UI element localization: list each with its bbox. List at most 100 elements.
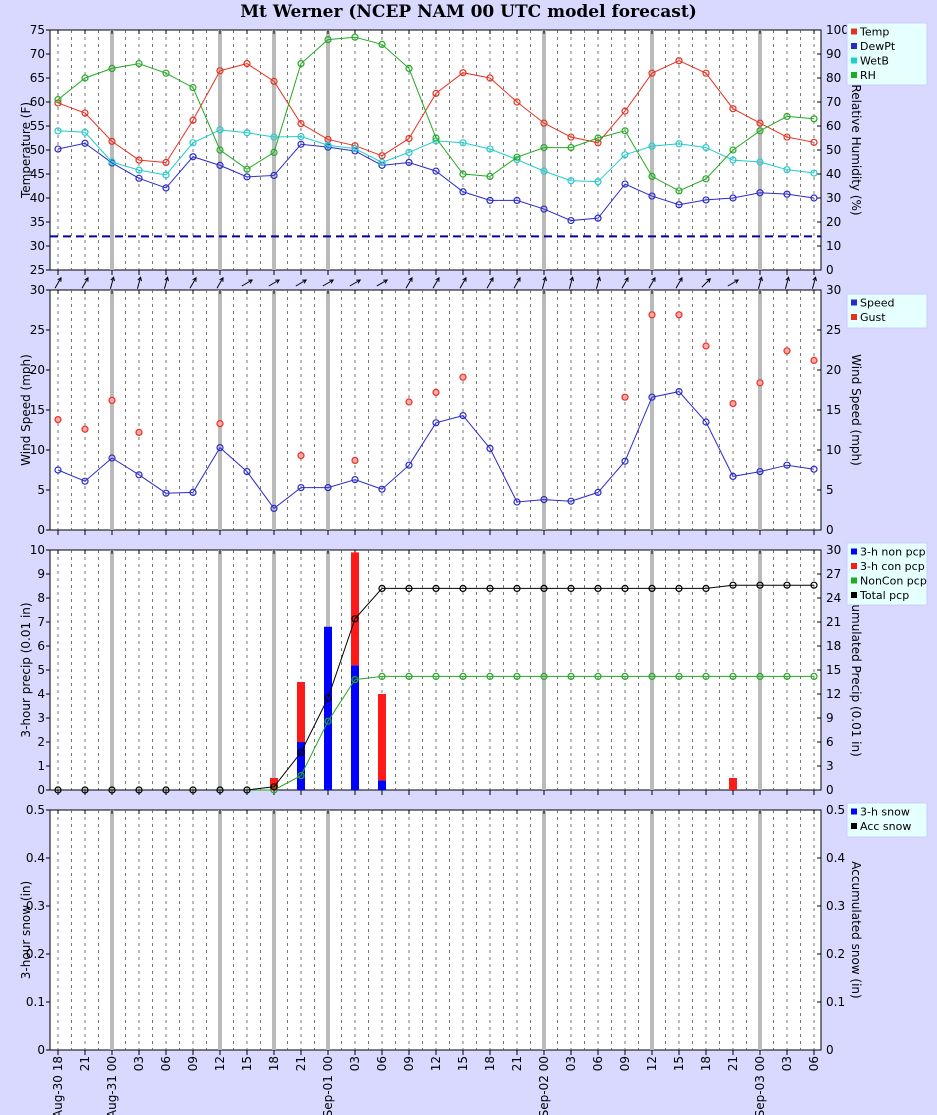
- y2-axis-label: Accumulated Precip (0.01 in): [849, 583, 863, 757]
- wind-direction-arrow: [459, 276, 467, 289]
- y2-tick-label: 20: [826, 215, 841, 229]
- panel-2: 051015202530051015202530Wind Speed (mph)…: [19, 276, 928, 537]
- wind-direction-arrow: [486, 276, 494, 289]
- wind-direction-arrow: [811, 276, 817, 289]
- y2-tick-label: 0: [826, 263, 834, 277]
- gust-point: [729, 400, 737, 408]
- legend-label: Temp: [859, 26, 889, 39]
- legend: 3-h non pcp3-h con pcp NonCon pcpTotal pc…: [846, 542, 928, 606]
- wind-direction-arrow: [432, 276, 440, 289]
- y-tick-label: 25: [30, 263, 45, 277]
- x-tick-label: 12: [213, 1056, 227, 1071]
- gust-point: [135, 428, 143, 436]
- y-tick-label: 3: [37, 711, 45, 725]
- wind-direction-arrow: [757, 276, 763, 289]
- y2-tick-label: 15: [826, 663, 841, 677]
- y2-tick-label: 24: [826, 591, 841, 605]
- gust-point: [756, 379, 764, 387]
- y-tick-label: 6: [37, 639, 45, 653]
- wind-direction-arrow: [54, 276, 62, 289]
- wind-direction-arrow: [701, 278, 711, 288]
- y2-axis-label: Accumulated snow (in): [849, 861, 863, 998]
- wind-arrow-shaft: [701, 278, 711, 288]
- y-tick-label: 7: [37, 615, 45, 629]
- x-tick-label: 21: [294, 1056, 308, 1071]
- legend-label: NonCon pcp: [860, 575, 927, 588]
- y2-tick-label: 70: [826, 95, 841, 109]
- x-tick-label: 06: [159, 1056, 173, 1071]
- y2-tick-label: 0.2: [826, 947, 845, 961]
- non-pcp-bar: [378, 780, 386, 790]
- gust-point: [216, 420, 224, 428]
- y-tick-label: 0: [37, 1043, 45, 1057]
- con-pcp-bar: [351, 552, 359, 666]
- x-tick-label: 06: [375, 1056, 389, 1071]
- non-pcp-bar: [324, 626, 332, 790]
- panel-3: 0123456789100369121518212427303-hour pre…: [19, 542, 928, 797]
- wind-direction-arrow: [675, 276, 683, 289]
- legend-swatch: [851, 563, 857, 569]
- y-axis-label: 3-hour precip (0.01 in): [19, 602, 33, 737]
- y2-tick-label: 0: [826, 783, 834, 797]
- wind-direction-arrow: [295, 279, 308, 287]
- y-tick-label: 1: [37, 759, 45, 773]
- y-tick-label: 9: [37, 567, 45, 581]
- y2-tick-label: 12: [826, 687, 841, 701]
- y2-tick-label: 10: [826, 443, 841, 457]
- panel-1: 2530354045505560657075010203040506070809…: [19, 22, 928, 277]
- y2-axis-label: Wind Speed (mph): [849, 354, 863, 466]
- y-tick-label: 10: [30, 543, 45, 557]
- y2-tick-label: 6: [826, 735, 834, 749]
- legend: 3-h snowAcc snow: [846, 802, 928, 838]
- gust-point: [297, 452, 305, 460]
- y-tick-label: 75: [30, 23, 45, 37]
- y2-tick-label: 40: [826, 167, 841, 181]
- y2-tick-label: 21: [826, 615, 841, 629]
- y2-tick-label: 30: [826, 543, 841, 557]
- panel-4: 00.10.20.30.40.500.10.20.30.40.53-hour s…: [19, 802, 928, 1057]
- x-tick-label: Aug-30 18: [51, 1056, 65, 1115]
- legend-swatch: [851, 577, 857, 584]
- meteogram: 2530354045505560657075010203040506070809…: [19, 22, 928, 1115]
- x-tick-label: 03: [132, 1056, 146, 1071]
- x-tick-label: 03: [564, 1056, 578, 1071]
- x-tick-label: Sep-03 00: [753, 1056, 767, 1115]
- wind-direction-arrow: [189, 276, 197, 289]
- x-tick-label: 15: [672, 1056, 686, 1071]
- x-tick-label: 06: [807, 1056, 821, 1071]
- y-axis-label: Temperature (F): [19, 102, 33, 199]
- y-tick-label: 0.1: [26, 995, 45, 1009]
- legend-label: Acc snow: [860, 820, 911, 833]
- x-tick-label: Sep-02 00: [537, 1056, 551, 1115]
- x-tick-label: 21: [510, 1056, 524, 1071]
- wind-direction-arrow: [268, 279, 281, 287]
- wind-direction-arrow: [109, 276, 115, 289]
- wind-direction-arrow: [595, 276, 601, 289]
- legend-label: Gust: [860, 311, 886, 324]
- y2-tick-label: 30: [826, 283, 841, 297]
- wind-direction-arrow: [727, 279, 740, 287]
- wind-direction-arrow: [621, 276, 629, 289]
- y2-tick-label: 0: [826, 523, 834, 537]
- x-tick-label: 15: [240, 1056, 254, 1071]
- legend-swatch: [851, 314, 857, 320]
- wind-direction-arrow: [648, 276, 656, 289]
- x-tick-label: 18: [699, 1056, 713, 1071]
- y2-tick-label: 0.1: [826, 995, 845, 1009]
- legend: SpeedGust: [846, 293, 928, 329]
- y2-tick-label: 100: [826, 23, 849, 37]
- legend-swatch: [851, 28, 857, 35]
- y2-tick-label: 9: [826, 711, 834, 725]
- y2-tick-label: 3: [826, 759, 834, 773]
- x-tick-label: 18: [267, 1056, 281, 1071]
- x-tick-label: 21: [78, 1056, 92, 1071]
- y2-tick-label: 0.4: [826, 851, 845, 865]
- legend-label: Total pcp: [859, 589, 909, 602]
- gust-point: [648, 311, 656, 319]
- x-tick-label: 03: [348, 1056, 362, 1071]
- legend-swatch: [851, 43, 857, 49]
- wind-direction-arrow: [322, 279, 335, 287]
- wind-direction-arrow: [541, 276, 547, 289]
- gust-point: [108, 396, 116, 404]
- y-tick-label: 30: [30, 283, 45, 297]
